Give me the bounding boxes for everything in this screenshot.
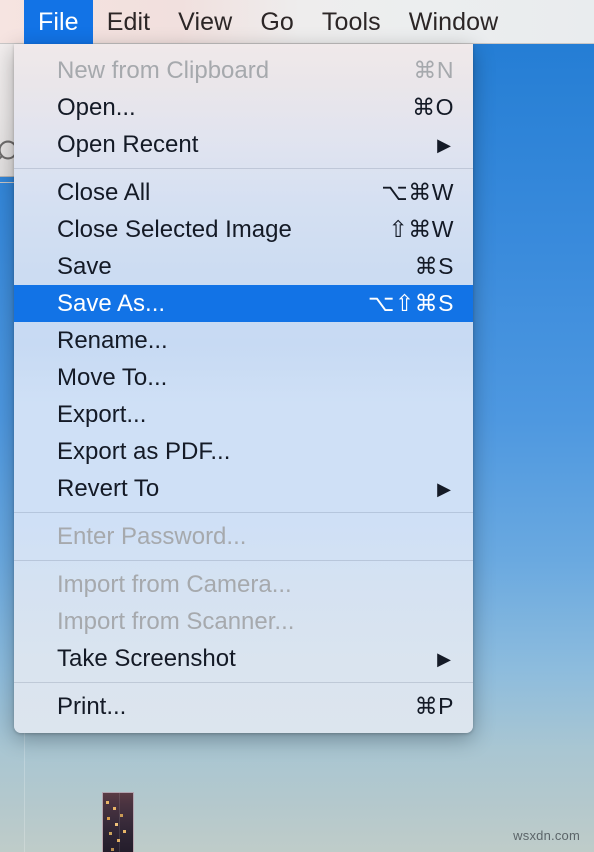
menubar-item-label: Go [260, 7, 294, 36]
menubar-item-edit[interactable]: Edit [93, 0, 164, 44]
menu-item-move-to[interactable]: Move To... [14, 359, 473, 396]
menubar-item-label: Tools [321, 7, 381, 36]
menu-item-shortcut: ⌥⌘W [381, 179, 454, 205]
menu-item-import-from-camera: Import from Camera... [14, 566, 473, 603]
menubar-item-go[interactable]: Go [246, 0, 308, 44]
menu-item-label: Import from Scanner... [57, 607, 295, 635]
menu-item-take-screenshot[interactable]: Take Screenshot ▶ [14, 640, 473, 677]
menu-item-rename[interactable]: Rename... [14, 322, 473, 359]
image-thumbnail[interactable] [103, 793, 133, 852]
menu-separator [14, 168, 473, 169]
menu-item-shortcut: ⌘O [412, 94, 454, 120]
menu-item-label: Take Screenshot [57, 644, 236, 672]
menu-item-label: Close Selected Image [57, 215, 292, 243]
menubar-item-label: Window [408, 7, 499, 36]
menubar-item-view[interactable]: View [164, 0, 246, 44]
menu-item-label: New from Clipboard [57, 56, 270, 84]
menu-item-open-recent[interactable]: Open Recent ▶ [14, 126, 473, 163]
menu-item-label: Revert To [57, 474, 160, 502]
menu-separator [14, 560, 473, 561]
menu-item-label: Rename... [57, 326, 168, 354]
menu-bar: File Edit View Go Tools Window [0, 0, 594, 44]
menu-item-label: Open... [57, 93, 136, 121]
menu-item-shortcut: ⌥⇧⌘S [367, 290, 454, 316]
menu-item-label: Open Recent [57, 130, 199, 158]
menu-item-shortcut: ⌘S [414, 253, 454, 279]
menu-item-print[interactable]: Print... ⌘P [14, 688, 473, 725]
menubar-item-window[interactable]: Window [395, 0, 513, 44]
menu-item-label: Enter Password... [57, 522, 247, 550]
screen: File Edit View Go Tools Window New from … [0, 0, 594, 852]
menu-item-label: Export as PDF... [57, 437, 231, 465]
menu-separator [14, 682, 473, 683]
menu-item-label: Move To... [57, 363, 168, 391]
menu-item-enter-password: Enter Password... [14, 518, 473, 555]
menu-item-export[interactable]: Export... [14, 396, 473, 433]
menu-item-label: Export... [57, 400, 147, 428]
menu-item-save-as[interactable]: Save As... ⌥⇧⌘S [14, 285, 473, 322]
submenu-arrow-icon: ▶ [437, 478, 451, 499]
submenu-arrow-icon: ▶ [437, 134, 451, 155]
menu-item-save[interactable]: Save ⌘S [14, 248, 473, 285]
menu-item-revert-to[interactable]: Revert To ▶ [14, 470, 473, 507]
menu-item-new-from-clipboard: New from Clipboard ⌘N [14, 52, 473, 89]
menu-item-label: Save As... [57, 289, 166, 317]
menu-separator [14, 512, 473, 513]
menubar-item-tools[interactable]: Tools [308, 0, 395, 44]
file-dropdown-menu[interactable]: New from Clipboard ⌘N Open... ⌘O Open Recent… [14, 44, 473, 733]
menu-item-export-as-pdf[interactable]: Export as PDF... [14, 433, 473, 470]
menu-item-label: Save [57, 252, 112, 280]
menu-item-label: Import from Camera... [57, 570, 292, 598]
menu-item-label: Print... [57, 692, 127, 720]
menu-item-shortcut: ⌘P [414, 693, 454, 719]
menu-top-padding [14, 44, 473, 52]
menubar-item-label: View [178, 7, 233, 36]
menubar-item-label: File [38, 7, 79, 36]
menu-item-label: Close All [57, 178, 151, 206]
menu-item-import-from-scanner: Import from Scanner... [14, 603, 473, 640]
menu-item-shortcut: ⇧⌘W [388, 216, 454, 242]
menubar-item-label: Edit [106, 7, 151, 36]
menu-item-close-selected-image[interactable]: Close Selected Image ⇧⌘W [14, 211, 473, 248]
watermark: wsxdn.com [513, 828, 580, 843]
menu-item-open[interactable]: Open... ⌘O [14, 89, 473, 126]
menubar-item-file[interactable]: File [24, 0, 93, 44]
menu-item-close-all[interactable]: Close All ⌥⌘W [14, 174, 473, 211]
menu-item-shortcut: ⌘N [413, 57, 454, 83]
submenu-arrow-icon: ▶ [437, 648, 451, 669]
